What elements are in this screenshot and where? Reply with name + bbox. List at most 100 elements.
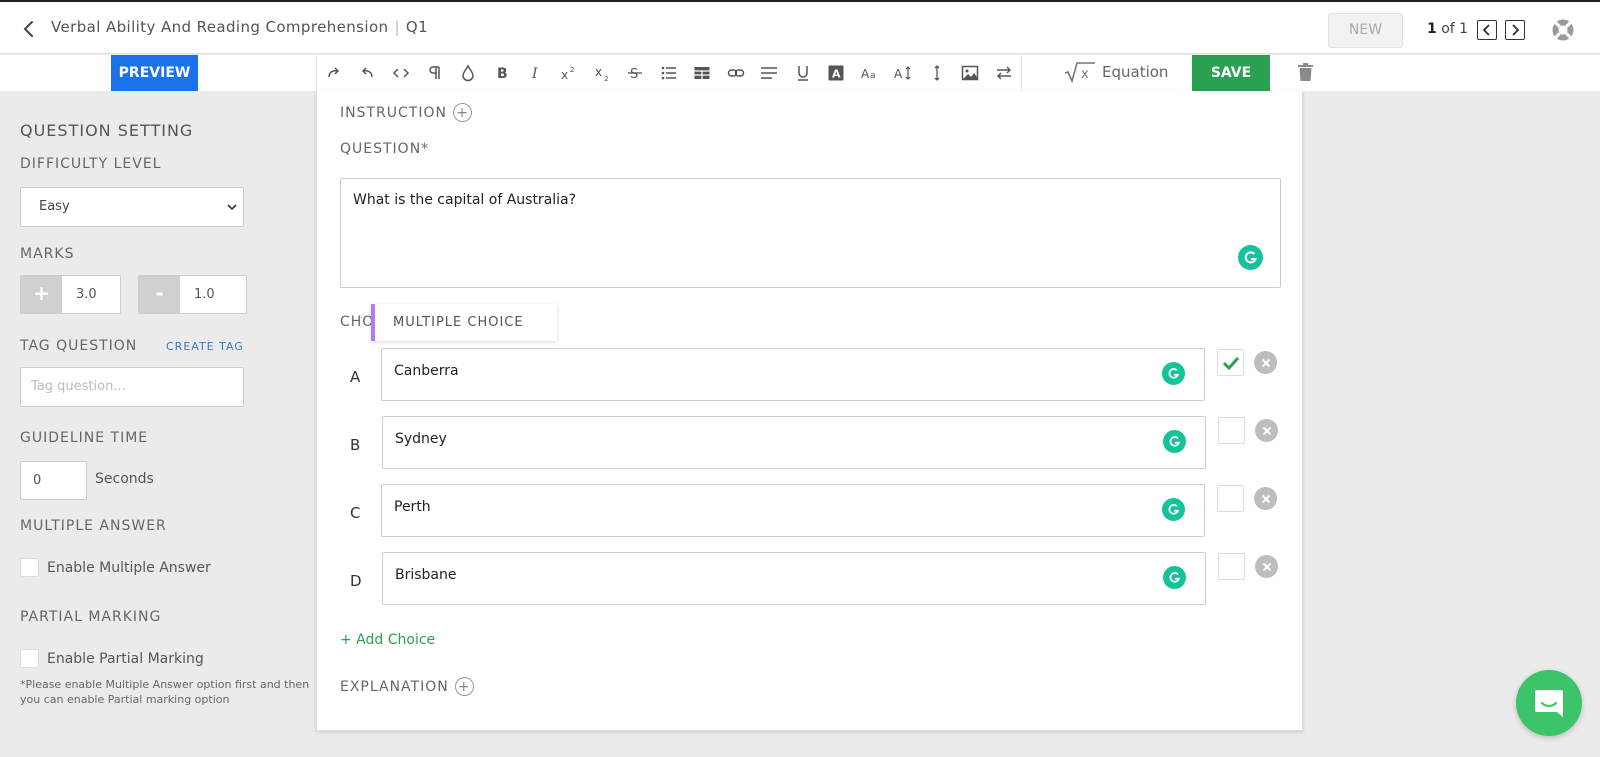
undo-icon[interactable] [351, 55, 385, 91]
grammarly-icon[interactable] [1163, 430, 1186, 453]
tag-question-label: TAG QUESTION [20, 338, 138, 354]
negative-marks-input[interactable]: 1.0 [180, 276, 246, 313]
chevron-right-icon [1512, 24, 1520, 36]
tag-question-input[interactable]: Tag question... [20, 367, 244, 407]
question-text: What is the capital of Australia? [353, 192, 577, 208]
positive-marks-field: + 3.0 [20, 275, 121, 314]
seconds-label: Seconds [95, 471, 154, 487]
preview-button[interactable]: PREVIEW [111, 55, 198, 91]
grammarly-icon[interactable] [1163, 566, 1186, 589]
chat-support-button[interactable] [1516, 670, 1582, 736]
grammarly-icon[interactable] [1162, 362, 1185, 385]
svg-text:I: I [531, 66, 538, 82]
chevron-left-icon [1482, 24, 1490, 36]
remove-choice-icon-d[interactable] [1255, 555, 1278, 578]
subscript-icon[interactable]: x2 [585, 55, 619, 91]
text-color-icon[interactable]: A [820, 55, 854, 91]
remove-choice-icon-c[interactable] [1254, 487, 1277, 510]
partial-marking-row: Enable Partial Marking [20, 649, 204, 668]
correct-answer-checkbox-c[interactable] [1217, 485, 1244, 512]
svg-text:A: A [894, 67, 903, 81]
pager-text: 1 of 1 [1427, 21, 1468, 37]
enable-partial-marking-checkbox[interactable] [20, 649, 39, 668]
choice-letter-b: B [350, 436, 361, 454]
lifebuoy-help-icon[interactable] [1551, 18, 1575, 42]
top-header: Verbal Ability And Reading Comprehension… [0, 0, 1600, 54]
positive-sign: + [21, 276, 62, 313]
underline-icon[interactable] [786, 55, 820, 91]
equation-button[interactable]: x Equation [1064, 61, 1168, 83]
checkmark-icon [1222, 356, 1239, 370]
svg-text:2: 2 [570, 66, 574, 74]
choice-input-a[interactable]: Canberra [381, 348, 1205, 401]
italic-icon[interactable]: I [518, 55, 552, 91]
save-button[interactable]: SAVE [1192, 55, 1270, 91]
grammarly-icon[interactable] [1162, 498, 1185, 521]
question-editor-card: INSTRUCTION + QUESTION* What is the capi… [316, 91, 1303, 731]
choice-letter-d: D [350, 572, 362, 590]
multiple-answer-label: MULTIPLE ANSWER [20, 518, 167, 534]
chat-icon [1535, 690, 1563, 717]
paragraph-icon[interactable] [418, 55, 452, 91]
question-text-editor[interactable]: What is the capital of Australia? [340, 178, 1281, 288]
swap-icon[interactable] [987, 55, 1021, 91]
choice-letter-a: A [350, 368, 361, 386]
svg-text:2: 2 [604, 75, 608, 82]
difficulty-select[interactable]: Easy [20, 187, 244, 227]
partial-marking-label: PARTIAL MARKING [20, 609, 162, 625]
choice-input-c[interactable]: Perth [381, 484, 1205, 537]
image-icon[interactable] [954, 55, 988, 91]
add-explanation-plus-icon[interactable]: + [454, 677, 474, 696]
guideline-time-label: GUIDELINE TIME [20, 430, 149, 446]
settings-heading: QUESTION SETTING [20, 121, 194, 140]
question-id: Q1 [405, 18, 429, 36]
next-page-button[interactable] [1505, 20, 1525, 40]
correct-answer-checkbox-d[interactable] [1218, 553, 1245, 580]
new-question-button[interactable]: NEW [1328, 13, 1403, 48]
chevron-down-icon [227, 204, 237, 211]
bullet-list-icon[interactable] [652, 55, 686, 91]
svg-text:x: x [1081, 67, 1089, 82]
svg-text:x: x [561, 68, 568, 82]
add-choice-button[interactable]: + Add Choice [340, 632, 435, 648]
strikethrough-icon[interactable]: S [619, 55, 653, 91]
superscript-icon[interactable]: x2 [552, 55, 586, 91]
code-view-icon[interactable] [384, 55, 418, 91]
color-drop-icon[interactable] [451, 55, 485, 91]
question-settings-sidebar: QUESTION SETTING DIFFICULTY LEVEL Easy M… [0, 91, 316, 757]
back-arrow-icon[interactable] [20, 19, 38, 39]
link-icon[interactable] [719, 55, 753, 91]
add-instruction-plus-icon[interactable]: + [452, 103, 472, 122]
remove-choice-icon-a[interactable] [1254, 351, 1277, 374]
enable-multiple-answer-checkbox[interactable] [20, 558, 39, 577]
prev-page-button[interactable] [1477, 20, 1497, 40]
pager-total: of 1 [1441, 21, 1469, 37]
svg-text:S: S [630, 67, 638, 82]
marks-label: MARKS [20, 246, 75, 262]
enable-multiple-answer-label: Enable Multiple Answer [47, 559, 211, 576]
table-icon[interactable] [686, 55, 720, 91]
font-size-icon[interactable]: Aa [853, 55, 887, 91]
remove-choice-icon-b[interactable] [1255, 419, 1278, 442]
positive-marks-input[interactable]: 3.0 [62, 276, 120, 313]
correct-answer-checkbox-b[interactable] [1218, 417, 1245, 444]
instruction-section: INSTRUCTION + [340, 103, 472, 122]
grammarly-icon[interactable] [1238, 245, 1263, 270]
choice-type-tooltip: MULTIPLE CHOICE [371, 304, 557, 341]
explanation-label: EXPLANATION [340, 678, 449, 695]
guideline-time-input[interactable]: 0 [20, 461, 87, 500]
create-tag-link[interactable]: CREATE TAG [166, 340, 244, 353]
vertical-align-icon[interactable] [920, 55, 954, 91]
trash-icon[interactable] [1297, 62, 1314, 82]
line-height-icon[interactable]: A [887, 55, 921, 91]
choice-text-b: Sydney [395, 431, 447, 447]
correct-answer-checkbox-a[interactable] [1217, 349, 1244, 376]
svg-text:A: A [861, 67, 870, 81]
align-icon[interactable] [753, 55, 787, 91]
equation-label: Equation [1102, 63, 1169, 81]
redo-icon[interactable] [317, 55, 351, 91]
choice-input-d[interactable]: Brisbane [382, 552, 1206, 605]
page-title: Verbal Ability And Reading Comprehension… [51, 18, 428, 36]
bold-icon[interactable]: B [485, 55, 519, 91]
choice-input-b[interactable]: Sydney [382, 416, 1206, 469]
